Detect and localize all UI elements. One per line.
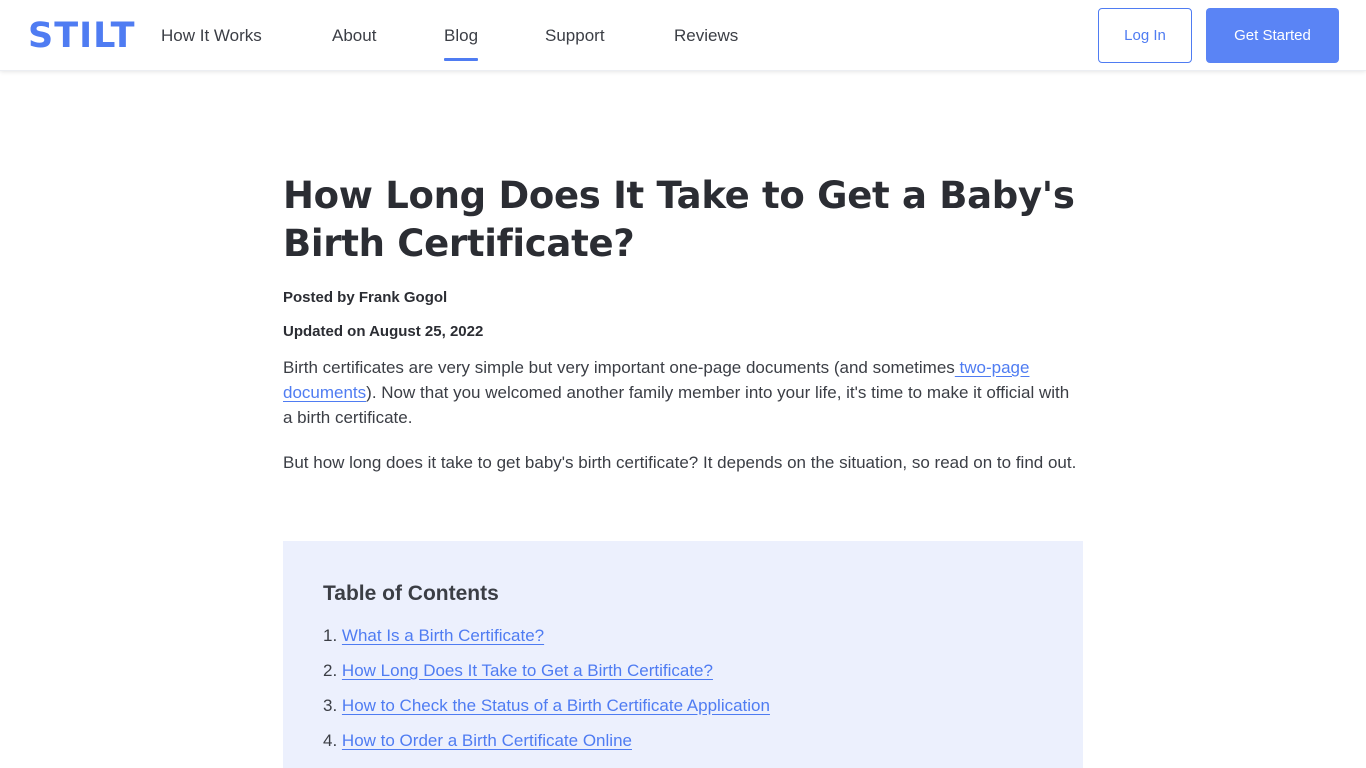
- nav-blog[interactable]: Blog: [444, 24, 479, 61]
- intro-paragraph: Birth certificates are very simple but v…: [283, 355, 1083, 430]
- table-of-contents: Table of Contents 1. What Is a Birth Cer…: [283, 541, 1083, 768]
- toc-item-number: 4.: [323, 731, 338, 750]
- toc-item-number: 1.: [323, 626, 338, 645]
- nav-about[interactable]: About: [332, 24, 376, 60]
- article: How Long Does It Take to Get a Baby's Bi…: [283, 172, 1083, 475]
- toc-item: 2. How Long Does It Take to Get a Birth …: [323, 658, 1043, 683]
- toc-item: 4. How to Order a Birth Certificate Onli…: [323, 728, 1043, 753]
- stilt-logo[interactable]: STILT: [28, 16, 136, 56]
- toc-item: 1. What Is a Birth Certificate?: [323, 623, 1043, 648]
- nav-reviews[interactable]: Reviews: [674, 24, 738, 60]
- toc-link-order-online[interactable]: How to Order a Birth Certificate Online: [342, 731, 632, 750]
- toc-link-check-status[interactable]: How to Check the Status of a Birth Certi…: [342, 696, 770, 715]
- toc-item: 3. How to Check the Status of a Birth Ce…: [323, 693, 1043, 718]
- author-line: Posted by Frank Gogol: [283, 289, 448, 306]
- article-title: How Long Does It Take to Get a Baby's Bi…: [283, 174, 1075, 265]
- intro-text-before: Birth certificates are very simple but v…: [283, 358, 955, 377]
- toc-item-number: 3.: [323, 696, 338, 715]
- nav-how-it-works[interactable]: How It Works: [161, 24, 262, 60]
- toc-list: 1. What Is a Birth Certificate? 2. How L…: [323, 623, 1043, 753]
- toc-item-number: 2.: [323, 661, 338, 680]
- intro-text-after: ). Now that you welcomed another family …: [283, 383, 1070, 427]
- log-in-button[interactable]: Log In: [1098, 8, 1192, 63]
- nav-support[interactable]: Support: [545, 24, 605, 60]
- get-started-button[interactable]: Get Started: [1206, 8, 1339, 63]
- second-paragraph: But how long does it take to get baby's …: [283, 453, 1077, 472]
- site-header: STILT How It Works About Blog Support Re…: [0, 0, 1366, 71]
- toc-link-what-is[interactable]: What Is a Birth Certificate?: [342, 626, 544, 645]
- toc-link-how-long[interactable]: How Long Does It Take to Get a Birth Cer…: [342, 661, 713, 680]
- toc-title: Table of Contents: [323, 582, 499, 605]
- updated-date: Updated on August 25, 2022: [283, 323, 484, 340]
